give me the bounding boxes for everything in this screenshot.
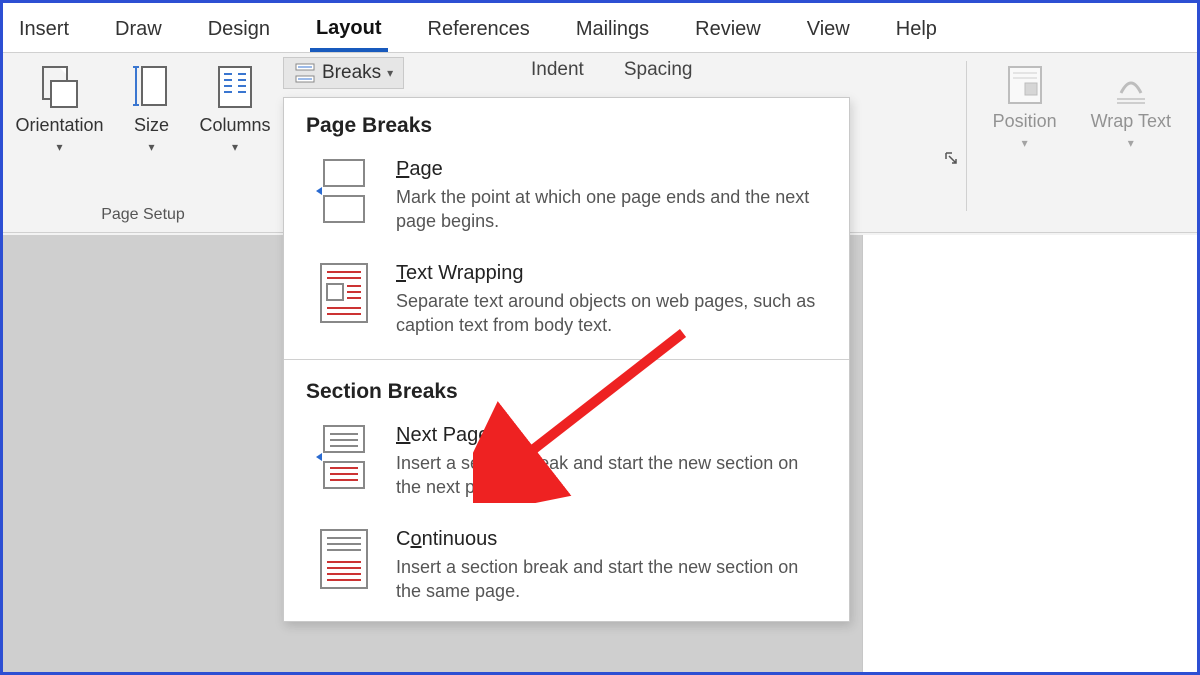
wrap-text-label: Wrap Text: [1091, 111, 1171, 132]
tab-view[interactable]: View: [801, 8, 856, 52]
document-page[interactable]: [862, 235, 1197, 672]
break-text-wrapping-item[interactable]: Text Wrapping Separate text around objec…: [284, 252, 849, 356]
next-page-icon: [316, 424, 372, 490]
breaks-icon: [294, 62, 316, 84]
page-setup-group-label: Page Setup: [101, 206, 185, 228]
section-breaks-heading: Section Breaks: [284, 364, 849, 414]
tab-draw[interactable]: Draw: [109, 8, 168, 52]
break-continuous-item[interactable]: Continuous Insert a section break and st…: [284, 518, 849, 622]
chevron-down-icon: ▾: [1022, 136, 1028, 150]
wrap-text-icon: [1111, 63, 1151, 107]
arrange-group: Position ▾ Wrap Text ▾: [967, 53, 1197, 160]
chevron-down-icon: ▾: [1128, 136, 1134, 150]
break-page-desc: Mark the point at which one page ends an…: [396, 185, 827, 234]
break-next-page-item[interactable]: Next Page Insert a section break and sta…: [284, 414, 849, 518]
tab-review[interactable]: Review: [689, 8, 767, 52]
columns-icon: [215, 63, 255, 111]
paragraph-dialog-launcher[interactable]: [942, 149, 960, 167]
layout-ribbon: Orientation ▾ Size ▾: [3, 53, 1197, 233]
columns-label: Columns: [200, 115, 271, 136]
dialog-launcher-icon: [944, 151, 958, 165]
chevron-down-icon: ▾: [56, 140, 62, 154]
tab-insert[interactable]: Insert: [13, 8, 75, 52]
break-continuous-title: Continuous: [396, 528, 827, 551]
orientation-label: Orientation: [15, 115, 103, 136]
ribbon-tabs: Insert Draw Design Layout References Mai…: [3, 3, 1197, 53]
position-button[interactable]: Position ▾: [981, 59, 1069, 154]
size-icon: [132, 63, 172, 111]
break-text-wrapping-desc: Separate text around objects on web page…: [396, 289, 827, 338]
break-continuous-desc: Insert a section break and start the new…: [396, 555, 827, 604]
break-next-page-desc: Insert a section break and start the new…: [396, 451, 827, 500]
columns-button[interactable]: Columns ▾: [188, 59, 283, 158]
position-label: Position: [993, 111, 1057, 132]
breaks-group: Breaks ▾ Page Breaks Page: [283, 53, 299, 232]
tab-help[interactable]: Help: [890, 8, 943, 52]
page-setup-group: Orientation ▾ Size ▾: [3, 53, 283, 232]
text-wrapping-icon: [319, 262, 369, 324]
divider: [284, 359, 849, 360]
chevron-down-icon: ▾: [232, 140, 238, 154]
breaks-label: Breaks: [322, 62, 381, 84]
page-breaks-heading: Page Breaks: [284, 98, 849, 148]
orientation-button[interactable]: Orientation ▾: [3, 59, 115, 158]
page-break-icon: [316, 158, 372, 224]
break-page-title: Page: [396, 158, 827, 181]
breaks-button[interactable]: Breaks ▾: [283, 57, 404, 89]
tab-mailings[interactable]: Mailings: [570, 8, 655, 52]
indent-column: Indent: [531, 59, 584, 87]
tab-design[interactable]: Design: [202, 8, 276, 52]
spacing-label: Spacing: [624, 59, 767, 81]
break-next-page-title: Next Page: [396, 424, 827, 447]
indent-label: Indent: [531, 59, 584, 81]
break-page-item[interactable]: Page Mark the point at which one page en…: [284, 148, 849, 252]
tab-references[interactable]: References: [422, 8, 536, 52]
size-button[interactable]: Size ▾: [120, 59, 184, 158]
position-icon: [1005, 63, 1045, 107]
chevron-down-icon: ▾: [149, 140, 155, 154]
orientation-icon: [37, 63, 81, 111]
break-text-wrapping-title: Text Wrapping: [396, 262, 827, 285]
tab-layout[interactable]: Layout: [310, 7, 388, 52]
size-label: Size: [134, 115, 169, 136]
wrap-text-button[interactable]: Wrap Text ▾: [1079, 59, 1183, 154]
breaks-dropdown: Page Breaks Page Mark the point at which…: [283, 97, 850, 622]
continuous-icon: [319, 528, 369, 590]
chevron-down-icon: ▾: [387, 66, 393, 80]
